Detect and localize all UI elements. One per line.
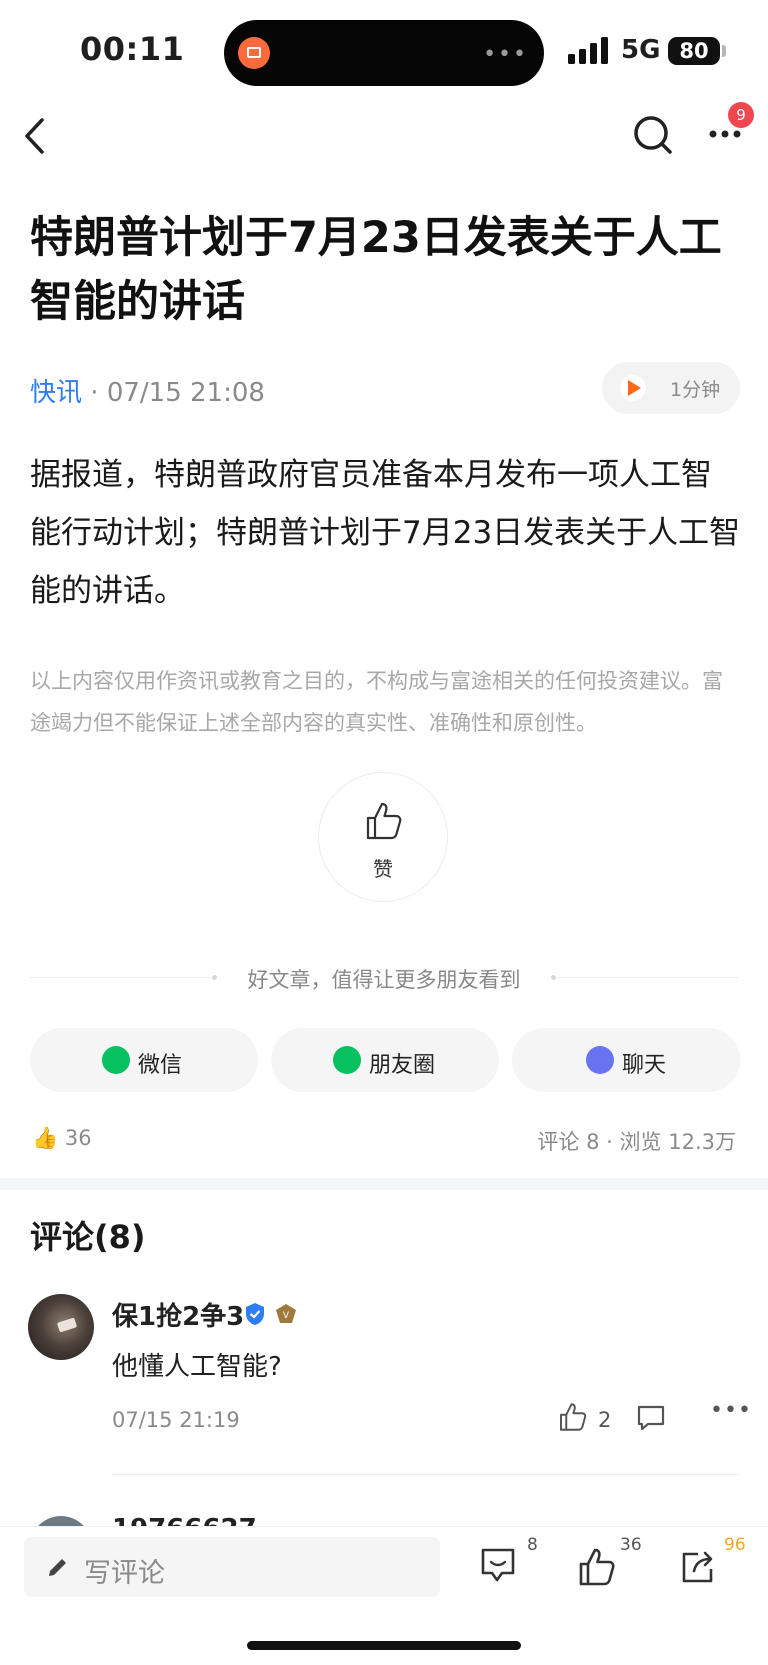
comment-icon[interactable] — [480, 1547, 516, 1585]
avatar[interactable] — [28, 1294, 94, 1360]
comment-more-icon[interactable]: ••• — [710, 1398, 752, 1423]
comment-time: 07/15 21:19 — [112, 1408, 240, 1432]
wechat-icon — [102, 1046, 130, 1074]
view-stats: 评论 8 · 浏览 12.3万 — [537, 1126, 736, 1156]
write-comment-input[interactable]: 写评论 — [24, 1537, 440, 1597]
section-separator — [0, 1178, 768, 1190]
stats-dot: · — [606, 1130, 613, 1154]
chat-icon — [586, 1046, 614, 1074]
share-chat-button[interactable]: 聊天 — [512, 1028, 740, 1092]
audio-play-button[interactable]: 1分钟 — [602, 362, 740, 414]
disclaimer: 以上内容仅用作资讯或教育之目的，不构成与富途相关的任何投资建议。富途竭力但不能保… — [30, 669, 723, 735]
share-wechat-button[interactable]: 微信 — [30, 1028, 258, 1092]
meta-separator: · — [82, 378, 107, 408]
share-wechat-label: 微信 — [138, 1053, 183, 1078]
like-count: 36 — [620, 1535, 642, 1555]
article-source[interactable]: 快讯 — [30, 378, 82, 408]
play-icon — [620, 375, 646, 401]
comment-text: 他懂人工智能? — [112, 1352, 282, 1382]
level-icon: V — [276, 1304, 296, 1323]
views-label: 浏览 — [619, 1130, 662, 1154]
comments-title: 评论(8) — [30, 1218, 146, 1256]
share-hint: 好文章，值得让更多朋友看到 — [247, 968, 521, 992]
search-icon[interactable] — [632, 114, 674, 156]
like-button[interactable]: 赞 — [318, 772, 448, 902]
like-count: 36 — [64, 1126, 92, 1150]
moments-icon — [333, 1046, 361, 1074]
comment-like-icon[interactable] — [558, 1402, 588, 1432]
more-icon[interactable] — [708, 128, 742, 140]
notification-badge: 9 — [728, 102, 754, 128]
comment-divider — [112, 1474, 740, 1475]
comments-label: 评论 — [537, 1130, 580, 1154]
share-moments-label: 朋友圈 — [369, 1053, 436, 1078]
audio-duration: 1分钟 — [670, 379, 721, 401]
home-indicator[interactable] — [247, 1641, 521, 1650]
views-count: 12.3万 — [668, 1130, 736, 1154]
comment-like-count: 2 — [598, 1408, 612, 1432]
article-datetime: 07/15 21:08 — [106, 378, 265, 408]
write-comment-placeholder: 写评论 — [84, 1558, 165, 1589]
share-moments-button[interactable]: 朋友圈 — [271, 1028, 499, 1092]
share-count: 96 — [724, 1535, 746, 1555]
pencil-icon — [49, 1559, 66, 1576]
signal-icon — [568, 36, 610, 64]
like-stats: 👍 36 — [32, 1126, 92, 1151]
network-type: 5G — [621, 35, 661, 65]
share-icon[interactable] — [680, 1549, 716, 1585]
thumb-up-icon[interactable] — [578, 1547, 616, 1587]
dynamic-island: ••• — [224, 20, 544, 86]
small-thumb-icon: 👍 — [32, 1126, 59, 1150]
article-title: 特朗普计划于7月23日发表关于人工智能的讲话 — [30, 213, 722, 327]
divider-dot-right — [551, 975, 556, 980]
article-meta: 快讯 · 07/15 21:08 — [30, 372, 265, 409]
like-label: 赞 — [373, 857, 393, 881]
back-icon[interactable] — [22, 116, 46, 156]
battery-cap — [722, 45, 726, 57]
battery-icon: 80 — [668, 37, 720, 65]
share-chat-label: 聊天 — [622, 1053, 667, 1078]
comment-count: 8 — [527, 1535, 538, 1555]
verified-icon — [246, 1303, 264, 1325]
status-time: 00:11 — [80, 30, 185, 68]
comments-count: 8 — [586, 1130, 600, 1154]
thumb-up-icon — [366, 802, 402, 840]
reply-icon[interactable] — [636, 1404, 666, 1432]
comment-username[interactable]: 保1抢2争3 — [112, 1296, 244, 1333]
svg-text:V: V — [283, 1311, 290, 1321]
divider-right — [558, 977, 738, 978]
mail-app-icon — [238, 37, 270, 69]
island-dots-icon: ••• — [483, 42, 528, 67]
article-body: 据报道，特朗普政府官员准备本月发布一项人工智能行动计划；特朗普计划于7月23日发… — [30, 457, 741, 609]
